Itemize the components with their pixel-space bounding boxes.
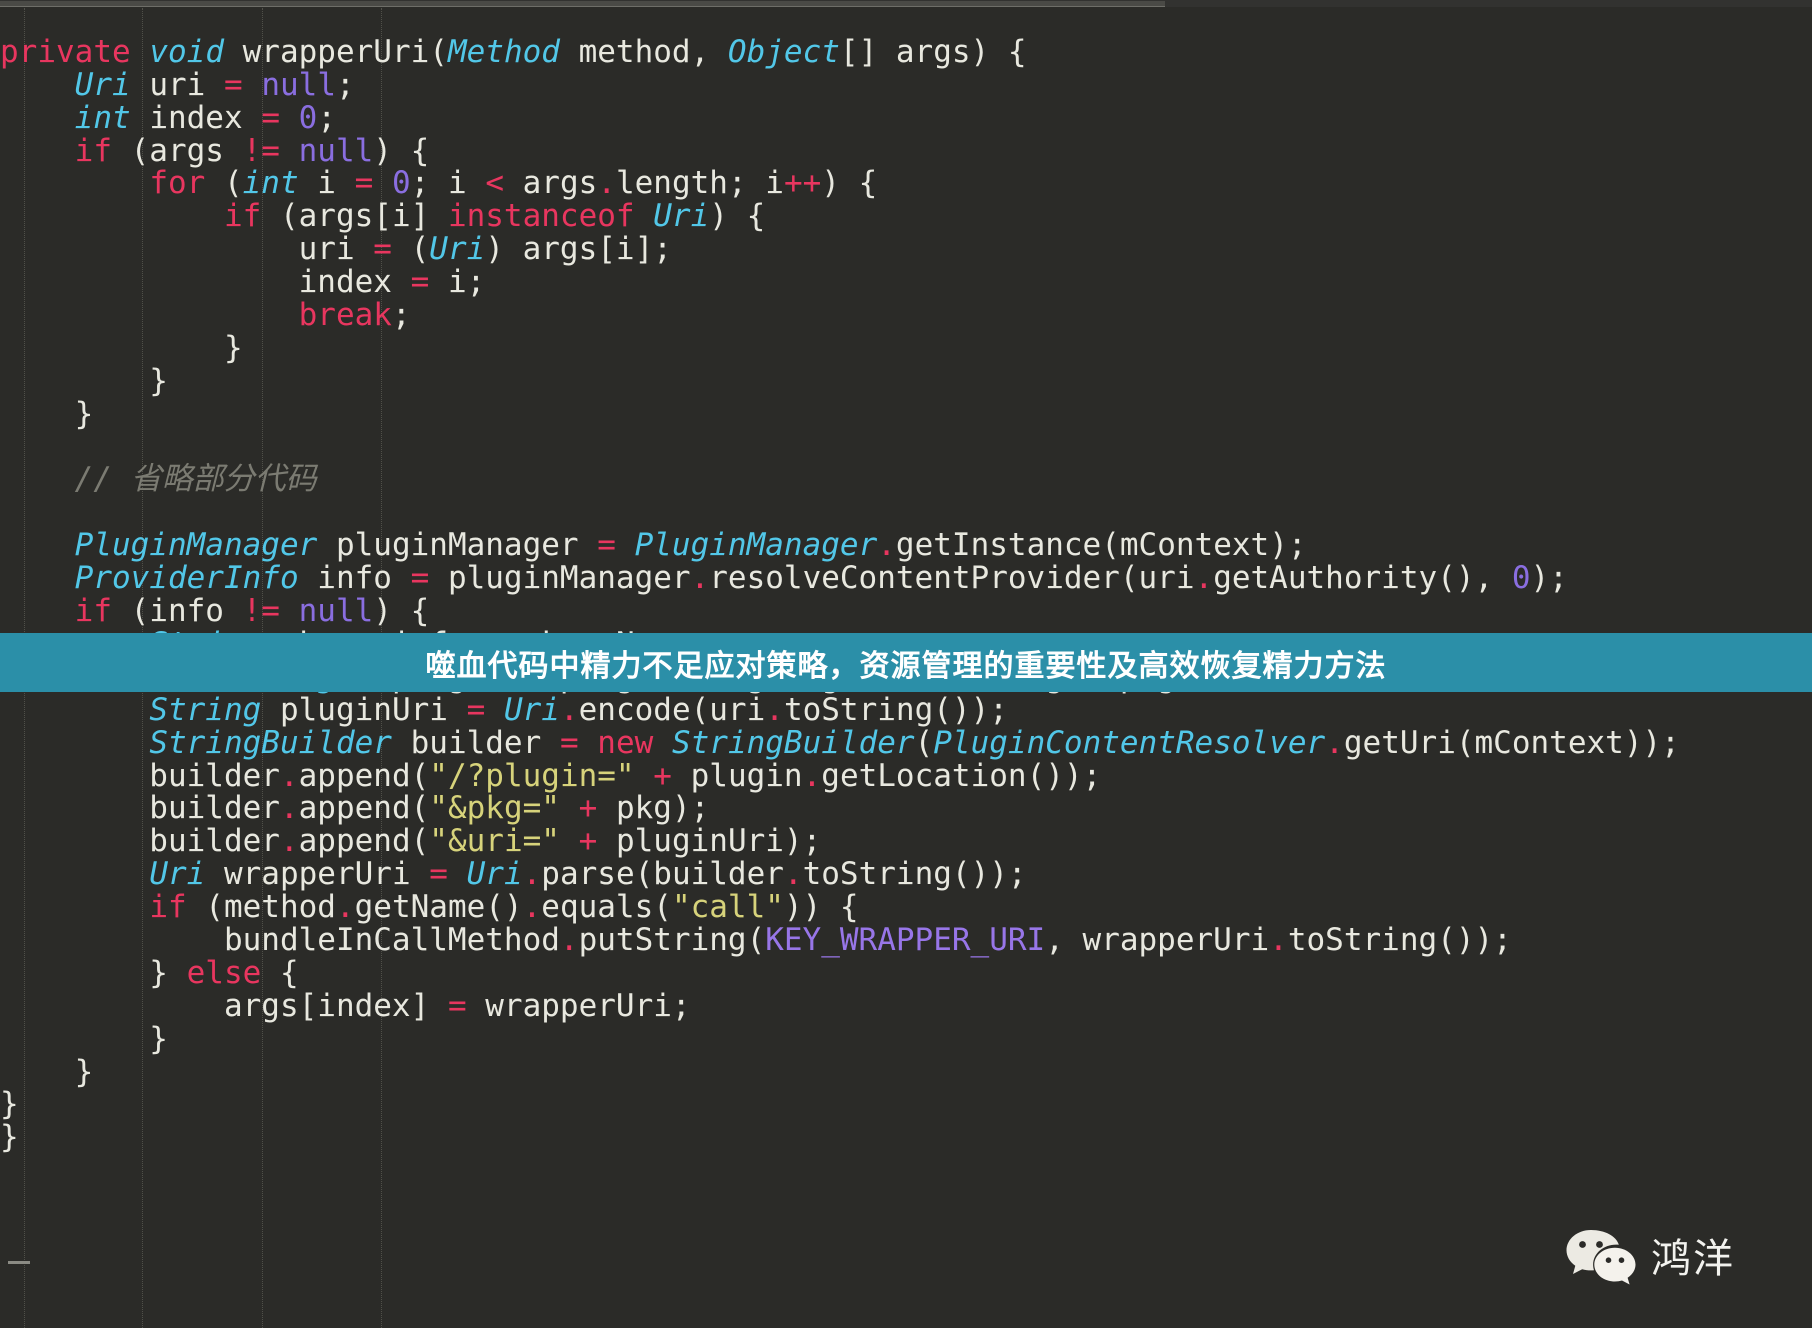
code-line[interactable]: } xyxy=(0,332,1812,365)
code-line[interactable]: } xyxy=(0,1088,1812,1121)
code-line[interactable]: } xyxy=(0,397,1812,431)
code-line[interactable]: PluginManager pluginManager = PluginMana… xyxy=(0,529,1812,562)
code-line[interactable]: builder.append("&uri=" + pluginUri); xyxy=(0,825,1812,858)
code-line[interactable]: bundleInCallMethod.putString(KEY_WRAPPER… xyxy=(0,924,1812,957)
watermark: 鸿洋 xyxy=(1565,1228,1735,1290)
brace-match-underline xyxy=(8,1261,30,1264)
code-line[interactable]: args[index] = wrapperUri; xyxy=(0,989,1812,1023)
code-line[interactable]: Uri uri = null; xyxy=(0,68,1812,102)
code-line[interactable]: break; xyxy=(0,299,1812,332)
code-line[interactable]: if (args[i] instanceof Uri) { xyxy=(0,200,1812,233)
code-line[interactable]: builder.append("/?plugin=" + plugin.getL… xyxy=(0,759,1812,793)
code-line[interactable]: } xyxy=(0,1022,1812,1056)
code-line[interactable] xyxy=(0,431,1812,464)
code-line[interactable]: private void wrapperUri(Method method, O… xyxy=(0,35,1812,69)
code-line[interactable]: if (args != null) { xyxy=(0,134,1812,168)
code-line[interactable]: if (method.getName().equals("call")) { xyxy=(0,891,1812,924)
code-line[interactable]: } xyxy=(0,364,1812,398)
code-line[interactable]: } xyxy=(0,1121,1812,1154)
code-line[interactable]: int index = 0; xyxy=(0,101,1812,135)
promo-banner[interactable]: 噬血代码中精力不足应对策略，资源管理的重要性及高效恢复精力方法 xyxy=(0,633,1812,692)
code-line[interactable]: builder.append("&pkg=" + pkg); xyxy=(0,792,1812,825)
code-line[interactable] xyxy=(0,496,1812,529)
code-line[interactable]: ProviderInfo info = pluginManager.resolv… xyxy=(0,562,1812,595)
code-line[interactable]: index = i; xyxy=(0,266,1812,299)
code-line[interactable]: if (info != null) { xyxy=(0,595,1812,628)
watermark-label: 鸿洋 xyxy=(1651,1236,1735,1282)
code-content[interactable]: private void wrapperUri(Method method, O… xyxy=(0,0,1812,1220)
code-line[interactable]: uri = (Uri) args[i]; xyxy=(0,233,1812,266)
wechat-icon xyxy=(1565,1228,1637,1290)
code-line[interactable]: Uri wrapperUri = Uri.parse(builder.toStr… xyxy=(0,858,1812,891)
promo-banner-text: 噬血代码中精力不足应对策略，资源管理的重要性及高效恢复精力方法 xyxy=(425,648,1387,684)
code-editor-screenshot: private void wrapperUri(Method method, O… xyxy=(0,0,1812,1328)
code-line[interactable]: } xyxy=(0,1055,1812,1089)
code-line[interactable]: StringBuilder builder = new StringBuilde… xyxy=(0,726,1812,760)
code-line[interactable]: // 省略部分代码 xyxy=(0,463,1812,496)
code-line[interactable]: String pluginUri = Uri.encode(uri.toStri… xyxy=(0,693,1812,727)
code-line[interactable]: } else { xyxy=(0,956,1812,990)
code-line[interactable]: for (int i = 0; i < args.length; i++) { xyxy=(0,167,1812,200)
